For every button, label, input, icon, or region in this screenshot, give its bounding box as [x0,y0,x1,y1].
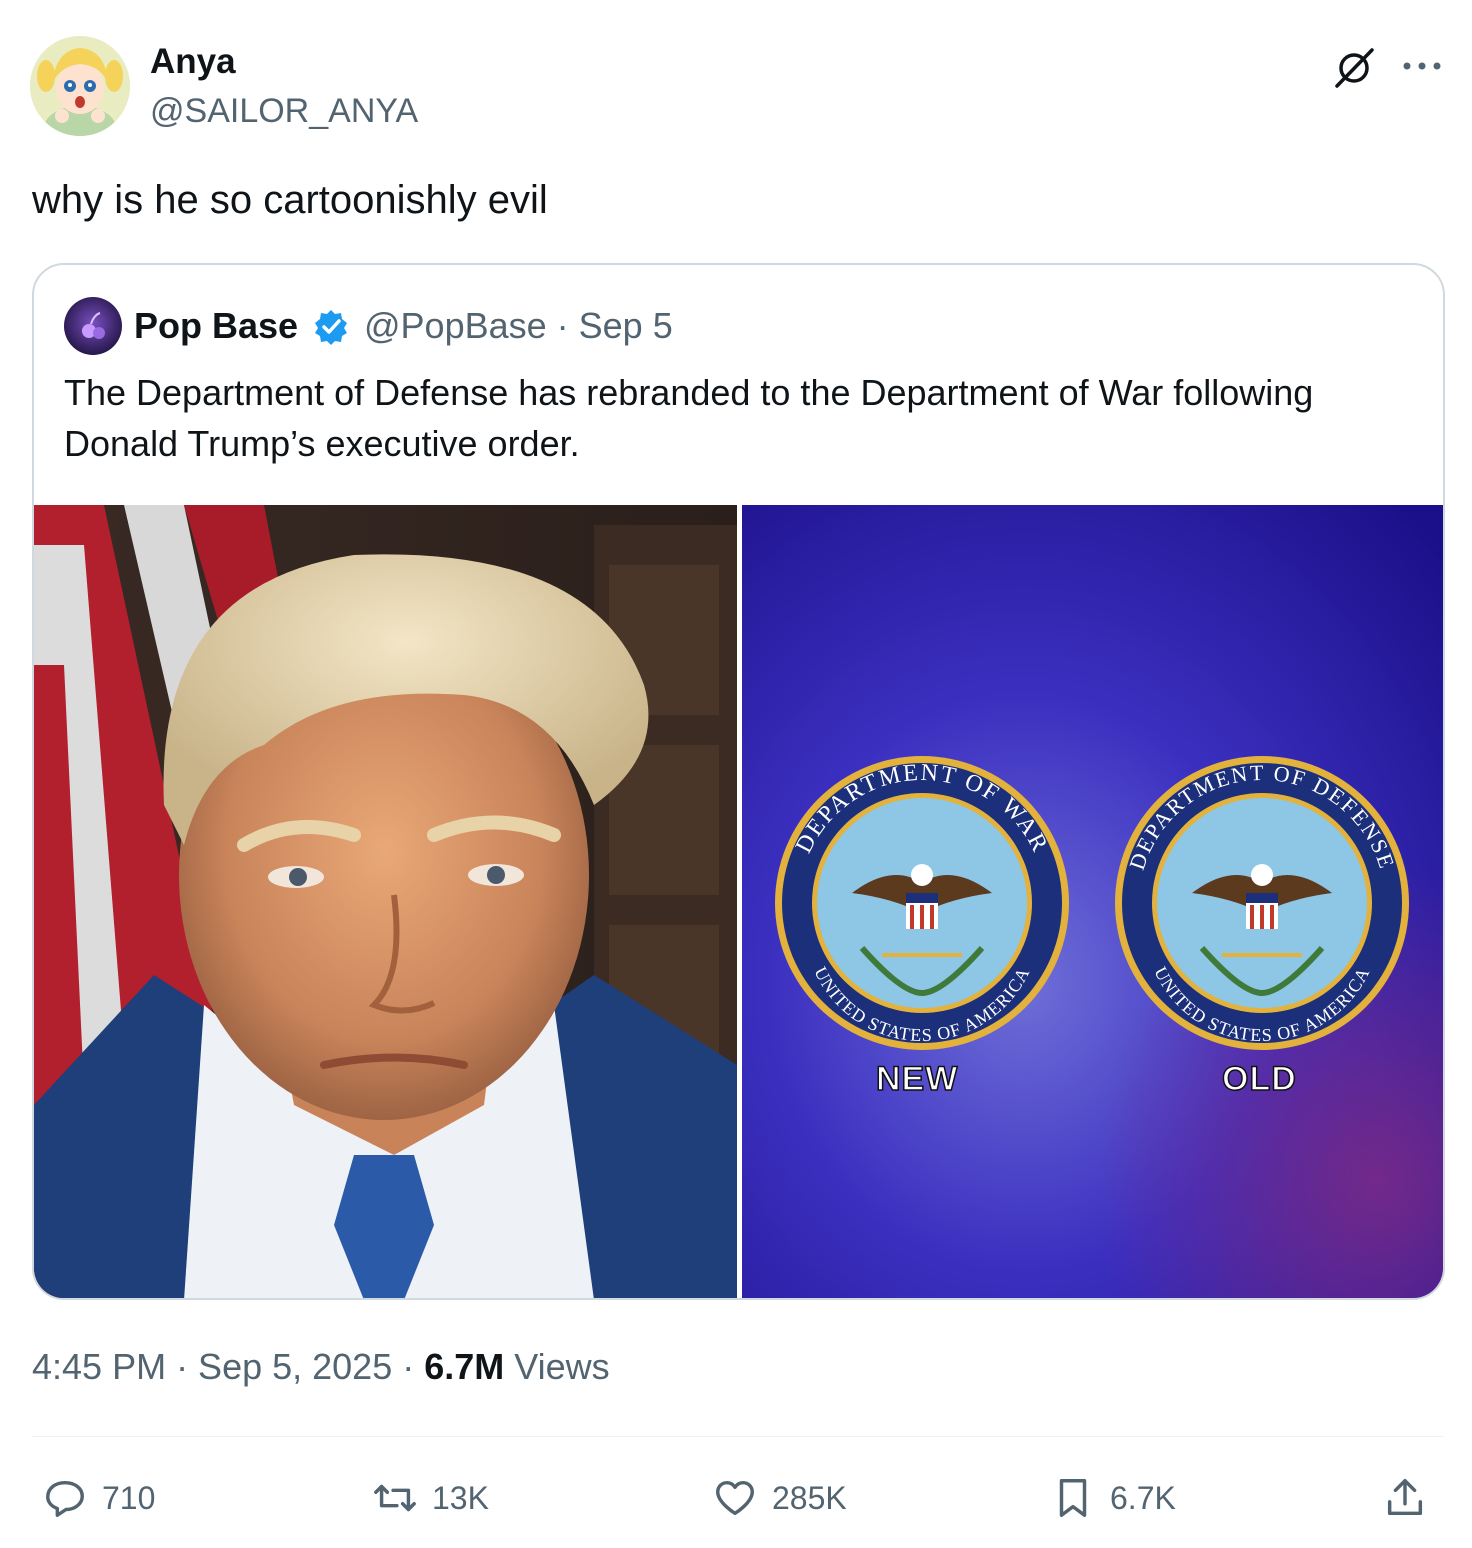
tweet-header: Anya @SAILOR_ANYA [30,36,1444,140]
reply-icon [46,1480,84,1517]
repost-count: 13K [432,1479,489,1516]
grok-icon[interactable] [1332,46,1376,90]
tweet-meta: 4:45 PM · Sep 5, 2025 · 6.7M Views [32,1346,610,1388]
repost-button[interactable]: 13K [372,1470,489,1526]
reply-count: 710 [102,1479,156,1516]
seal-new: DEPARTMENT OF WAR UNITED STATES OF AMERI… [775,756,1069,1050]
more-options-icon[interactable] [1400,56,1444,76]
seals-graphic[interactable]: DEPARTMENT OF WAR UNITED STATES OF AMERI… [742,505,1443,1298]
author-handle[interactable]: @SAILOR_ANYA [150,92,418,131]
quoted-tweet[interactable]: Pop Base @PopBase · Sep 5 The Department… [32,263,1445,1300]
action-bar: 710 13K 285K 6.7K [32,1470,1444,1526]
share-button[interactable] [1382,1470,1428,1526]
quoted-tweet-text: The Department of Defense has rebranded … [64,372,1314,464]
portrait-photo[interactable] [34,505,737,1298]
verified-badge-icon [312,308,350,346]
seal-old: DEPARTMENT OF DEFENSE UNITED STATES OF A… [1115,756,1409,1050]
views-count[interactable]: 6.7M [424,1346,504,1387]
bookmark-icon [1059,1479,1087,1517]
heart-icon [716,1480,754,1516]
views-label: Views [504,1346,610,1387]
author-avatar[interactable] [30,36,130,136]
reply-button[interactable]: 710 [42,1470,155,1526]
tweet-timestamp[interactable]: 4:45 PM · Sep 5, 2025 · [32,1346,424,1387]
quoted-author-avatar[interactable] [64,297,122,355]
seal-label-new: NEW [875,1059,959,1099]
author-name[interactable]: Anya [150,42,236,82]
quoted-handle-date[interactable]: @PopBase · Sep 5 [364,305,673,347]
bookmark-button[interactable]: 6.7K [1050,1470,1176,1526]
quoted-media[interactable]: DEPARTMENT OF WAR UNITED STATES OF AMERI… [34,505,1443,1298]
quoted-author-name[interactable]: Pop Base [134,305,298,347]
like-button[interactable]: 285K [712,1470,847,1526]
bookmark-count: 6.7K [1110,1479,1176,1516]
like-count: 285K [772,1479,847,1516]
share-icon [1387,1479,1423,1516]
seal-label-old: OLD [1221,1059,1297,1099]
divider [32,1436,1444,1437]
tweet-text: why is he so cartoonishly evil [32,178,548,222]
repost-icon [374,1484,416,1512]
